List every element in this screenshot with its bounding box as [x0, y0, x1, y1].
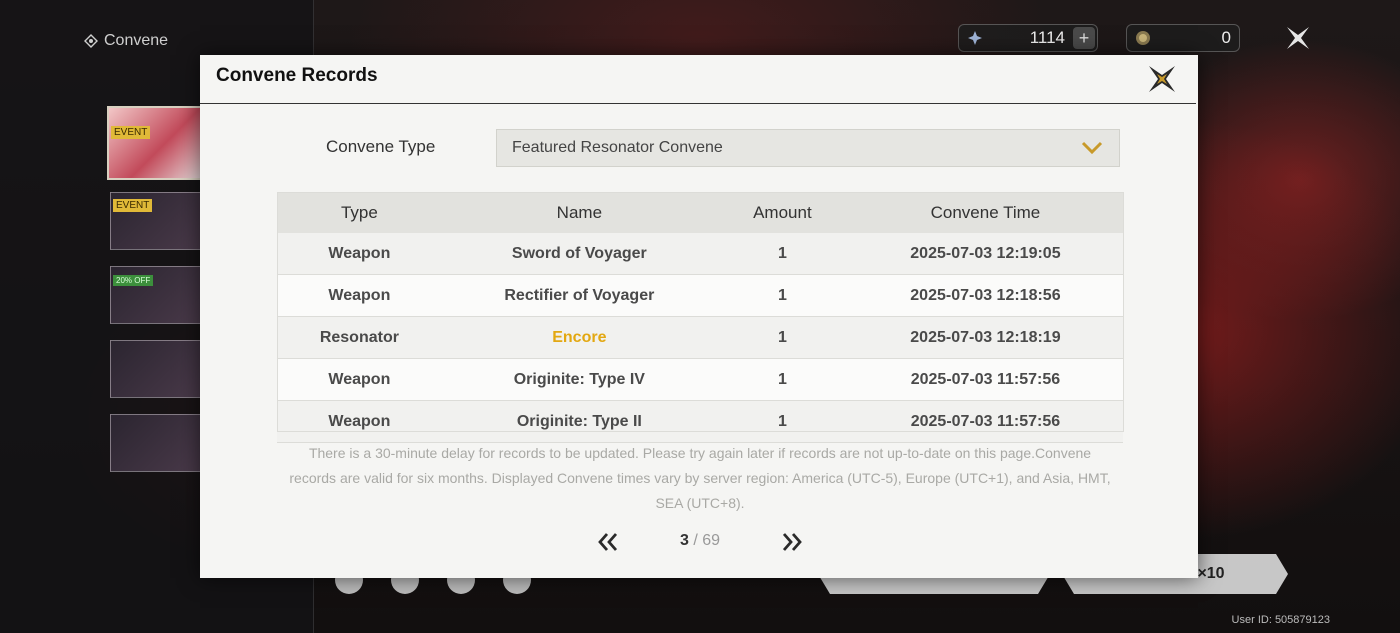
astrite-currency: 1114 +	[958, 24, 1098, 52]
tide-coin-icon	[1136, 31, 1150, 45]
cell-name: Sword of Voyager	[441, 233, 717, 275]
cell-time: 2025-07-03 11:57:56	[847, 358, 1123, 401]
banner-3[interactable]: 20% OFF	[110, 266, 204, 324]
cell-name: Originite: Type IV	[441, 358, 717, 401]
cell-time: 2025-07-03 12:19:05	[847, 233, 1123, 275]
dialog-header: Convene Records	[200, 55, 1196, 104]
page-indicator: 3 / 69	[650, 532, 750, 550]
column-header-time: Convene Time	[847, 192, 1123, 233]
page-separator: /	[688, 532, 703, 549]
cell-amount: 1	[716, 316, 848, 359]
convene-records-dialog: Convene Records Convene Type Featured Re…	[200, 55, 1198, 578]
banner-2[interactable]: EVENT	[110, 192, 204, 250]
cell-type: Weapon	[277, 358, 442, 401]
banner-tag: 20% OFF	[113, 275, 154, 286]
current-page: 3	[679, 532, 689, 549]
dialog-title: Convene Records	[216, 65, 378, 86]
column-header-amount: Amount	[716, 192, 848, 233]
close-icon[interactable]	[1284, 24, 1312, 52]
cell-type: Weapon	[277, 274, 442, 317]
previous-page-icon[interactable]	[596, 531, 620, 553]
convene-nav-title: Convene	[84, 32, 168, 50]
cell-amount: 1	[716, 400, 848, 443]
table-row: Weapon Originite: Type II 1 2025-07-03 1…	[277, 400, 1123, 443]
dialog-close-icon[interactable]	[1147, 64, 1177, 94]
cell-time: 2025-07-03 11:57:56	[847, 400, 1123, 443]
add-currency-button[interactable]: +	[1073, 27, 1095, 49]
convene-nav-label: Convene	[104, 32, 169, 49]
cell-name-highlight: Encore	[441, 316, 717, 359]
cell-amount: 1	[716, 233, 848, 275]
chevron-down-icon	[1081, 141, 1103, 155]
cell-type: Weapon	[277, 400, 442, 443]
total-pages: 69	[702, 532, 721, 549]
cell-name: Rectifier of Voyager	[441, 274, 717, 317]
cell-amount: 1	[716, 274, 848, 317]
table-row: Weapon Rectifier of Voyager 1 2025-07-03…	[277, 274, 1123, 317]
cell-time: 2025-07-03 12:18:19	[847, 316, 1123, 359]
cell-time: 2025-07-03 12:18:56	[847, 274, 1123, 317]
banner-4[interactable]	[110, 340, 204, 398]
astrite-amount: 1114	[1029, 28, 1065, 47]
cell-type: Resonator	[277, 316, 442, 359]
user-id: User ID: 505879123	[1231, 614, 1330, 626]
table-row: Resonator Encore 1 2025-07-03 12:18:19	[277, 316, 1123, 359]
cell-amount: 1	[716, 358, 848, 401]
tide-amount: 0	[1221, 28, 1231, 47]
banner-1[interactable]: EVENT	[107, 106, 207, 180]
convene-icon	[84, 34, 98, 48]
table-header-row: Type Name Amount Convene Time	[277, 192, 1123, 233]
banner-5[interactable]	[110, 414, 204, 472]
lustrous-tide-currency: 0	[1126, 24, 1240, 52]
convene-type-select[interactable]: Featured Resonator Convene	[496, 129, 1120, 167]
table-row: Weapon Sword of Voyager 1 2025-07-03 12:…	[277, 233, 1123, 275]
records-table: Type Name Amount Convene Time Weapon Swo…	[277, 192, 1123, 443]
update-delay-notice: There is a 30-minute delay for records t…	[289, 445, 1111, 511]
astrite-icon	[968, 31, 982, 45]
table-row: Weapon Originite: Type IV 1 2025-07-03 1…	[277, 358, 1123, 401]
cell-name: Originite: Type II	[441, 400, 717, 443]
convene-type-value: Featured Resonator Convene	[512, 139, 723, 156]
banner-tag: EVENT	[113, 199, 153, 212]
pagination: 3 / 69	[580, 527, 820, 557]
next-page-icon[interactable]	[780, 531, 804, 553]
column-header-name: Name	[441, 192, 717, 233]
column-header-type: Type	[277, 192, 442, 233]
cell-type: Weapon	[277, 233, 442, 275]
banner-tag: EVENT	[111, 126, 151, 139]
